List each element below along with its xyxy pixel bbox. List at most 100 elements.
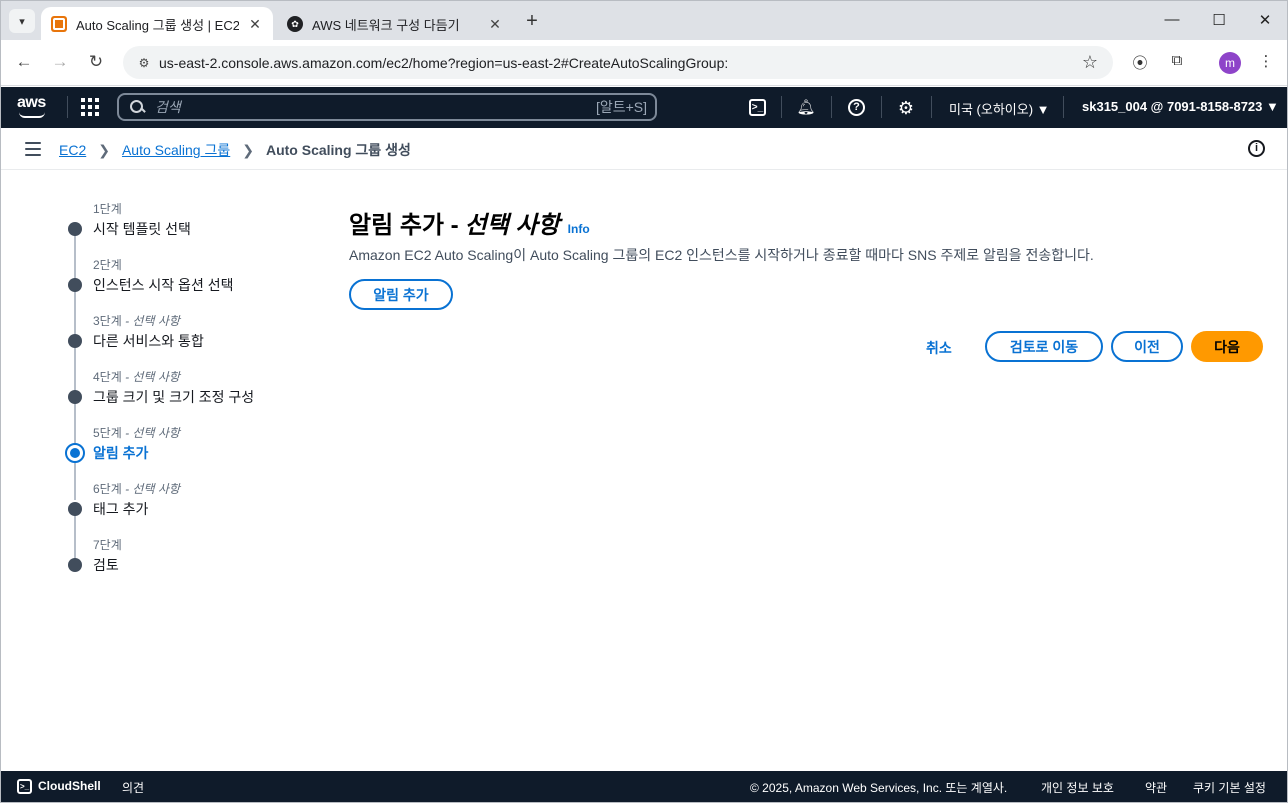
maximize-icon[interactable]: ☐ xyxy=(1209,11,1229,29)
add-notification-button[interactable]: 알림 추가 xyxy=(349,279,453,310)
divider xyxy=(881,96,882,118)
cancel-button[interactable]: 취소 xyxy=(926,338,952,358)
wizard-steps: 1단계 시작 템플릿 선택 2단계 인스턴스 시작 옵션 선택 3단계 - 선택… xyxy=(0,170,330,770)
breadcrumb: EC2 ❯ Auto Scaling 그룹 ❯ Auto Scaling 그룹 … xyxy=(59,140,411,160)
browser-tab-active[interactable]: Auto Scaling 그룹 생성 | EC2 | ✕ xyxy=(41,7,273,41)
aws-smile-icon xyxy=(19,112,45,118)
browser-menu-icon[interactable]: ⋮ xyxy=(1255,52,1277,70)
help-icon[interactable]: ? xyxy=(848,99,865,116)
step-connector xyxy=(74,514,76,560)
page-description: Amazon EC2 Auto Scaling이 Auto Scaling 그룹… xyxy=(349,247,1094,263)
breadcrumb-current: Auto Scaling 그룹 생성 xyxy=(265,142,411,158)
aws-top-nav: aws 검색 [알트+S] >_ 🔔︎ ? ⚙ 미국 (오하이오) ▼ sk31… xyxy=(1,87,1287,128)
step-number: 3단계 - 선택 사항 xyxy=(93,314,180,328)
step-number: 4단계 - 선택 사항 xyxy=(93,370,180,384)
step-marker-active xyxy=(65,443,85,463)
region-selector[interactable]: 미국 (오하이오) ▼ xyxy=(949,99,1050,118)
search-shortcut: [알트+S] xyxy=(595,99,647,115)
hamburger-menu-icon[interactable] xyxy=(25,142,41,156)
services-grid-icon[interactable] xyxy=(81,98,99,116)
step-3-link[interactable]: 다른 서비스와 통합 xyxy=(93,331,204,351)
info-panel-icon[interactable]: i xyxy=(1248,140,1265,157)
privacy-link[interactable]: 개인 정보 보호 xyxy=(1041,779,1114,796)
step-connector xyxy=(74,346,76,392)
divider xyxy=(67,96,68,118)
openai-favicon-icon: ✿ xyxy=(287,16,303,32)
step-connector xyxy=(74,462,76,500)
step-marker xyxy=(68,222,82,236)
breadcrumb-link-ec2[interactable]: EC2 xyxy=(59,142,86,158)
next-button[interactable]: 다음 xyxy=(1191,331,1263,362)
breadcrumb-link-asg[interactable]: Auto Scaling 그룹 xyxy=(122,140,230,160)
reload-icon[interactable]: ↻ xyxy=(85,52,107,72)
step-connector xyxy=(74,290,76,336)
new-tab-button[interactable]: + xyxy=(521,10,543,33)
step-connector xyxy=(74,234,76,280)
page-title-text: 알림 추가 - xyxy=(349,212,459,239)
tab-title: Auto Scaling 그룹 생성 | EC2 | xyxy=(76,17,239,33)
extension-broadcast-icon[interactable]: ⦿ xyxy=(1129,52,1151,73)
divider xyxy=(781,96,782,118)
account-menu[interactable]: sk315_004 @ 7091-8158-8723 ▼ xyxy=(1082,99,1279,114)
browser-toolbar: ← → ↻ ⚙ us-east-2.console.aws.amazon.com… xyxy=(0,40,1288,86)
step-2-link[interactable]: 인스턴스 시작 옵션 선택 xyxy=(93,275,233,295)
step-connector xyxy=(74,402,76,444)
page-title-optional: 선택 사항 xyxy=(464,212,560,239)
previous-button[interactable]: 이전 xyxy=(1111,331,1183,362)
chevron-right-icon: ❯ xyxy=(98,141,110,158)
chevron-right-icon: ❯ xyxy=(242,141,254,158)
info-link[interactable]: Info xyxy=(568,222,590,236)
step-number: 7단계 xyxy=(93,538,122,552)
aws-favicon-icon xyxy=(51,16,67,32)
step-7-link[interactable]: 검토 xyxy=(93,555,119,575)
browser-tab-bar: ▾ Auto Scaling 그룹 생성 | EC2 | ✕ ✿ AWS 네트워… xyxy=(0,0,1288,41)
step-4-link[interactable]: 그룹 크기 및 크기 조정 구성 xyxy=(93,387,254,407)
browser-tab[interactable]: ✿ AWS 네트워크 구성 다듬기 ✕ xyxy=(277,7,513,41)
profile-avatar[interactable]: m xyxy=(1219,52,1241,74)
close-window-icon[interactable]: ✕ xyxy=(1255,11,1275,29)
aws-search-input[interactable]: 검색 [알트+S] xyxy=(117,93,657,121)
step-marker xyxy=(68,278,82,292)
close-tab-icon[interactable]: ✕ xyxy=(487,16,503,33)
back-arrow-icon[interactable]: ← xyxy=(13,52,35,72)
search-icon xyxy=(129,99,145,115)
step-5-current: 알림 추가 xyxy=(93,445,149,461)
divider xyxy=(831,96,832,118)
step-number: 2단계 xyxy=(93,258,122,272)
url-text[interactable]: us-east-2.console.aws.amazon.com/ec2/hom… xyxy=(159,55,1079,71)
minimize-icon[interactable]: — xyxy=(1162,11,1182,28)
step-number: 1단계 xyxy=(93,202,122,216)
cloudshell-icon[interactable]: >_ xyxy=(17,779,32,794)
divider xyxy=(1063,96,1064,118)
site-settings-icon[interactable]: ⚙ xyxy=(133,56,155,70)
copyright-text: © 2025, Amazon Web Services, Inc. 또는 계열사… xyxy=(750,781,1008,795)
cloudshell-link[interactable]: CloudShell xyxy=(38,779,101,793)
forward-arrow-icon[interactable]: → xyxy=(49,52,71,72)
close-tab-icon[interactable]: ✕ xyxy=(247,16,263,33)
bookmark-star-icon[interactable]: ☆ xyxy=(1079,52,1101,73)
extensions-puzzle-icon[interactable]: ⧉ xyxy=(1166,52,1188,69)
divider xyxy=(931,96,932,118)
aws-logo[interactable]: aws xyxy=(17,94,51,120)
step-1-link[interactable]: 시작 템플릿 선택 xyxy=(93,219,191,239)
step-number: 5단계 - 선택 사항 xyxy=(93,426,180,440)
feedback-link[interactable]: 의견 xyxy=(122,779,144,796)
skip-to-review-button[interactable]: 검토로 이동 xyxy=(985,331,1103,362)
breadcrumb-bar: EC2 ❯ Auto Scaling 그룹 ❯ Auto Scaling 그룹 … xyxy=(1,128,1287,170)
address-bar[interactable]: ⚙ us-east-2.console.aws.amazon.com/ec2/h… xyxy=(123,46,1113,79)
gear-icon[interactable]: ⚙ xyxy=(896,98,916,118)
cloudshell-icon[interactable]: >_ xyxy=(749,99,766,116)
step-marker xyxy=(68,558,82,572)
step-marker xyxy=(68,502,82,516)
aws-footer: >_ CloudShell 의견 © 2025, Amazon Web Serv… xyxy=(1,771,1287,802)
tab-title: AWS 네트워크 구성 다듬기 xyxy=(312,17,460,33)
step-number: 6단계 - 선택 사항 xyxy=(93,482,180,496)
search-placeholder: 검색 xyxy=(155,99,181,115)
page-title: 알림 추가 - 선택 사항 Info xyxy=(349,205,590,240)
bell-icon[interactable]: 🔔︎ xyxy=(796,98,816,118)
cookie-preferences-link[interactable]: 쿠키 기본 설정 xyxy=(1193,779,1266,796)
step-marker xyxy=(68,334,82,348)
terms-link[interactable]: 약관 xyxy=(1145,779,1167,796)
tab-search-icon[interactable]: ▾ xyxy=(9,9,35,33)
step-6-link[interactable]: 태그 추가 xyxy=(93,499,148,519)
